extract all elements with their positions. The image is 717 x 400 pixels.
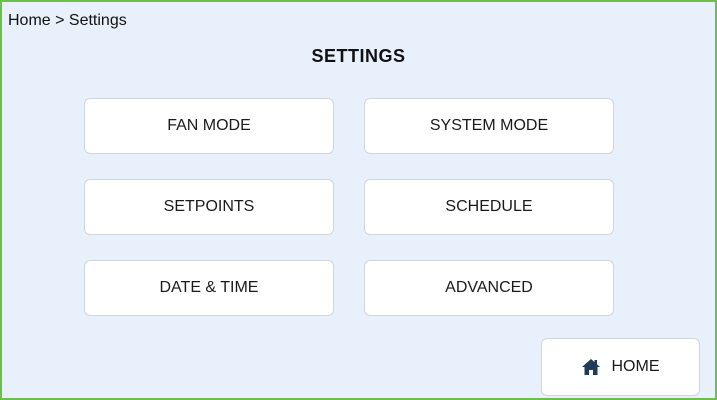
setpoints-button[interactable]: SETPOINTS	[84, 179, 334, 235]
advanced-button[interactable]: ADVANCED	[364, 260, 614, 316]
page-title: SETTINGS	[311, 46, 406, 66]
advanced-label: ADVANCED	[445, 279, 533, 296]
setpoints-label: SETPOINTS	[163, 198, 255, 215]
date-time-label: DATE & TIME	[159, 279, 259, 296]
home-label: HOME	[611, 358, 660, 375]
schedule-label: SCHEDULE	[445, 198, 533, 215]
schedule-button[interactable]: SCHEDULE	[364, 179, 614, 235]
fan-mode-button[interactable]: FAN MODE	[84, 98, 334, 154]
settings-screen: Home > Settings SETTINGS FAN MODE SYSTEM…	[0, 0, 717, 400]
home-button[interactable]: HOME	[541, 338, 700, 396]
fan-mode-label: FAN MODE	[167, 117, 251, 134]
system-mode-label: SYSTEM MODE	[429, 117, 549, 134]
home-icon	[581, 359, 600, 375]
system-mode-button[interactable]: SYSTEM MODE	[364, 98, 614, 154]
date-time-button[interactable]: DATE & TIME	[84, 260, 334, 316]
breadcrumb: Home > Settings	[8, 12, 127, 29]
